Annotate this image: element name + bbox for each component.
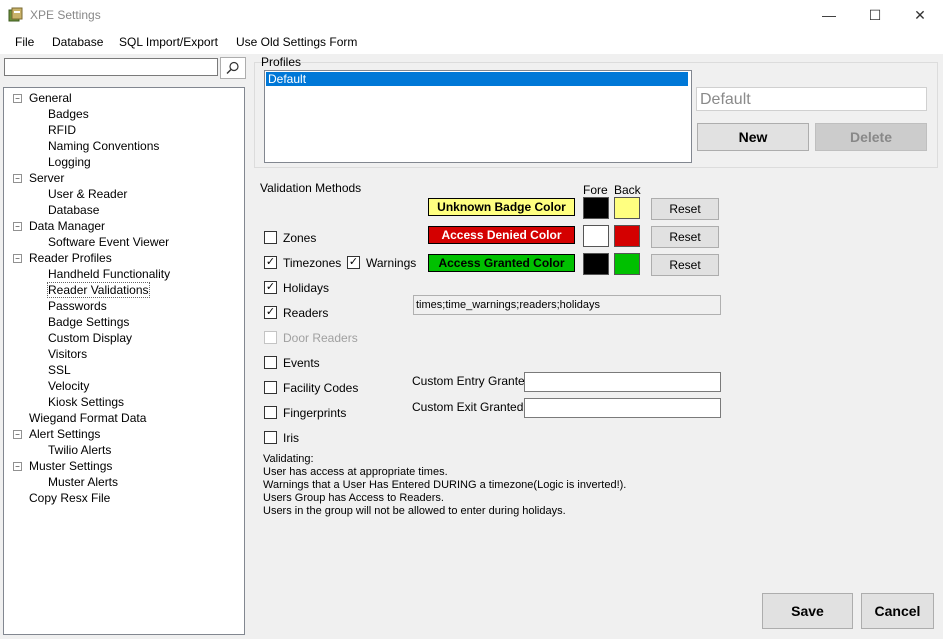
tree-node-naming-conventions[interactable]: Naming Conventions — [48, 139, 159, 153]
validating-line: Validating: — [263, 453, 314, 465]
back-label: Back — [614, 183, 641, 197]
validation-methods-label: Validation Methods — [260, 181, 362, 195]
timezones-label: Timezones — [283, 256, 342, 270]
search-input[interactable] — [4, 58, 218, 76]
denied-fore-swatch[interactable] — [583, 225, 609, 247]
validating-line: User has access at appropriate times. — [263, 466, 448, 478]
tree-node-data-manager[interactable]: Data Manager — [29, 219, 105, 233]
settings-tree[interactable]: − General Badges RFID Naming Conventions… — [3, 87, 245, 635]
events-checkbox[interactable] — [264, 356, 277, 369]
collapse-icon[interactable]: − — [13, 94, 22, 103]
tree-node-twilio-alerts[interactable]: Twilio Alerts — [48, 443, 111, 457]
tree-node-custom-display[interactable]: Custom Display — [48, 331, 132, 345]
menu-sql-import-export[interactable]: SQL Import/Export — [119, 35, 218, 49]
tree-node-wiegand-format-data[interactable]: Wiegand Format Data — [29, 411, 146, 425]
readers-checkbox[interactable]: ✓ — [264, 306, 277, 319]
menu-use-old-settings-form[interactable]: Use Old Settings Form — [236, 35, 357, 49]
tree-node-velocity[interactable]: Velocity — [48, 379, 89, 393]
granted-back-swatch[interactable] — [614, 253, 640, 275]
delete-profile-button[interactable]: Delete — [815, 123, 927, 151]
granted-reset-button[interactable]: Reset — [651, 254, 719, 276]
validating-line: Warnings that a User Has Entered DURING … — [263, 479, 627, 491]
window-title: XPE Settings — [30, 8, 101, 22]
cancel-button[interactable]: Cancel — [861, 593, 934, 629]
unknown-fore-swatch[interactable] — [583, 197, 609, 219]
collapse-icon[interactable]: − — [13, 222, 22, 231]
fingerprints-checkbox[interactable] — [264, 406, 277, 419]
zones-checkbox[interactable] — [264, 231, 277, 244]
menu-database[interactable]: Database — [52, 35, 103, 49]
tree-node-database[interactable]: Database — [48, 203, 99, 217]
granted-fore-swatch[interactable] — [583, 253, 609, 275]
holidays-label: Holidays — [283, 281, 330, 295]
tree-node-reader-profiles[interactable]: Reader Profiles — [29, 251, 112, 265]
collapse-icon[interactable]: − — [13, 254, 22, 263]
profiles-label: Profiles — [261, 55, 302, 69]
tree-node-logging[interactable]: Logging — [48, 155, 91, 169]
access-denied-color-label: Access Denied Color — [428, 226, 575, 244]
unknown-reset-button[interactable]: Reset — [651, 198, 719, 220]
validating-line: Users Group has Access to Readers. — [263, 492, 444, 504]
tree-node-passwords[interactable]: Passwords — [48, 299, 107, 313]
custom-entry-label: Custom Entry Granted: — [412, 374, 535, 388]
unknown-back-swatch[interactable] — [614, 197, 640, 219]
unknown-badge-color-label: Unknown Badge Color — [428, 198, 575, 216]
collapse-icon[interactable]: − — [13, 462, 22, 471]
title-bar — [0, 0, 943, 30]
custom-entry-input[interactable] — [524, 372, 721, 392]
app-icon — [8, 7, 23, 22]
tree-node-badges[interactable]: Badges — [48, 107, 89, 121]
door-readers-checkbox — [264, 331, 277, 344]
facility-codes-label: Facility Codes — [283, 381, 359, 395]
search-icon — [226, 61, 239, 74]
profile-item-default[interactable]: Default — [266, 72, 688, 86]
tree-node-muster-alerts[interactable]: Muster Alerts — [48, 475, 118, 489]
tree-node-badge-settings[interactable]: Badge Settings — [48, 315, 129, 329]
tree-node-general[interactable]: General — [29, 91, 72, 105]
tree-node-visitors[interactable]: Visitors — [48, 347, 87, 361]
maximize-button[interactable]: ☐ — [852, 0, 898, 30]
profile-name-field[interactable]: Default — [696, 87, 927, 111]
tree-node-muster-settings[interactable]: Muster Settings — [29, 459, 112, 473]
denied-reset-button[interactable]: Reset — [651, 226, 719, 248]
collapse-icon[interactable]: − — [13, 174, 22, 183]
minimize-button[interactable]: — — [806, 0, 852, 30]
timezones-checkbox[interactable]: ✓ — [264, 256, 277, 269]
tree-node-user-reader[interactable]: User & Reader — [48, 187, 127, 201]
events-label: Events — [283, 356, 320, 370]
warnings-checkbox[interactable]: ✓ — [347, 256, 360, 269]
access-granted-color-label: Access Granted Color — [428, 254, 575, 272]
warnings-label: Warnings — [366, 256, 417, 270]
validating-description: Validating: User has access at appropria… — [263, 453, 626, 518]
validation-summary-field: times;time_warnings;readers;holidays — [413, 295, 721, 315]
tree-node-ssl[interactable]: SSL — [48, 363, 71, 377]
collapse-icon[interactable]: − — [13, 430, 22, 439]
validating-line: Users in the group will not be allowed t… — [263, 505, 566, 517]
tree-node-alert-settings[interactable]: Alert Settings — [29, 427, 100, 441]
new-profile-button[interactable]: New — [697, 123, 809, 151]
tree-node-reader-validations[interactable]: Reader Validations — [47, 282, 150, 298]
readers-label: Readers — [283, 306, 329, 320]
save-button[interactable]: Save — [762, 593, 853, 629]
tree-node-kiosk-settings[interactable]: Kiosk Settings — [48, 395, 124, 409]
tree-node-server[interactable]: Server — [29, 171, 64, 185]
facility-codes-checkbox[interactable] — [264, 381, 277, 394]
close-button[interactable]: ✕ — [897, 0, 943, 30]
tree-node-handheld-functionality[interactable]: Handheld Functionality — [48, 267, 170, 281]
fore-label: Fore — [583, 183, 608, 197]
menu-file[interactable]: File — [15, 35, 34, 49]
custom-exit-label: Custom Exit Granted: — [412, 400, 527, 414]
tree-node-software-event-viewer[interactable]: Software Event Viewer — [48, 235, 169, 249]
denied-back-swatch[interactable] — [614, 225, 640, 247]
custom-exit-input[interactable] — [524, 398, 721, 418]
tree-node-rfid[interactable]: RFID — [48, 123, 76, 137]
tree-node-copy-resx-file[interactable]: Copy Resx File — [29, 491, 110, 505]
iris-label: Iris — [283, 431, 299, 445]
door-readers-label: Door Readers — [283, 331, 358, 345]
zones-label: Zones — [283, 231, 317, 245]
iris-checkbox[interactable] — [264, 431, 277, 444]
search-button[interactable] — [220, 57, 246, 79]
holidays-checkbox[interactable]: ✓ — [264, 281, 277, 294]
fingerprints-label: Fingerprints — [283, 406, 347, 420]
